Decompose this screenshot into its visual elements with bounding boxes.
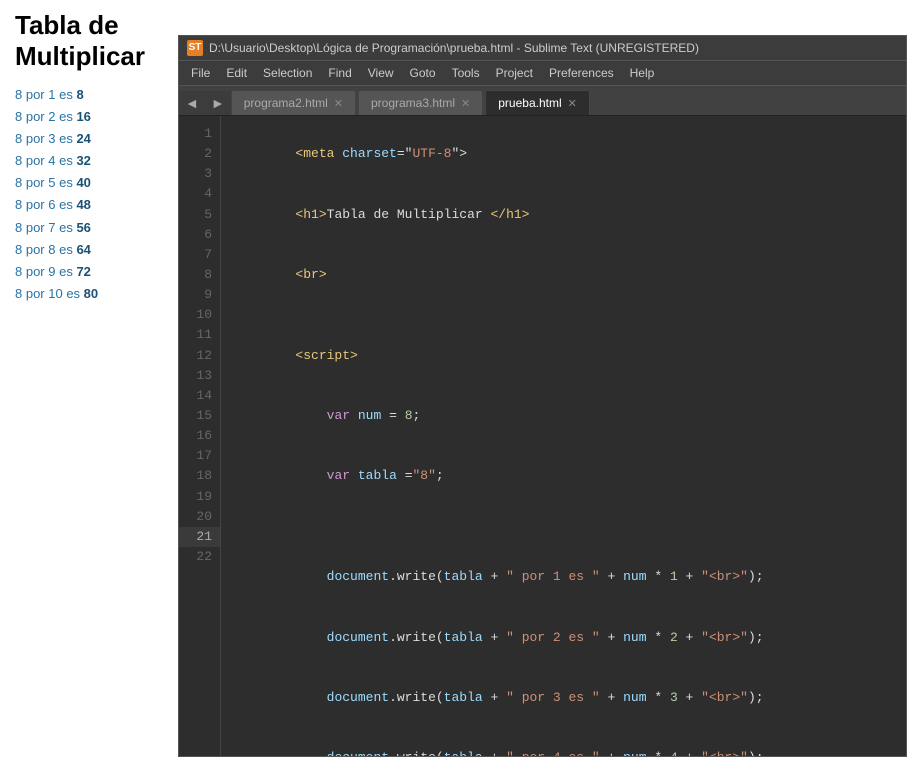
list-item: 8 por 8 es 64 — [15, 239, 160, 261]
tab-label: programa2.html — [244, 96, 328, 110]
multiplication-list: 8 por 1 es 8 8 por 2 es 16 8 por 3 es 24… — [15, 84, 160, 305]
title-bar-text: D:\Usuario\Desktop\Lógica de Programació… — [209, 41, 699, 55]
tab-close-prueba[interactable]: ✕ — [568, 97, 577, 110]
ln-13: 13 — [179, 366, 220, 386]
ln-15: 15 — [179, 406, 220, 426]
menu-project[interactable]: Project — [489, 64, 540, 82]
menu-goto[interactable]: Goto — [403, 64, 443, 82]
code-line-9 — [233, 527, 906, 547]
code-line-12: document.write(tabla + " por 3 es " + nu… — [233, 668, 906, 728]
title-bar: ST D:\Usuario\Desktop\Lógica de Programa… — [179, 36, 906, 61]
ln-5: 5 — [179, 205, 220, 225]
code-line-10: document.write(tabla + " por 1 es " + nu… — [233, 547, 906, 607]
list-item: 8 por 1 es 8 — [15, 84, 160, 106]
code-line-6: var num = 8; — [233, 386, 906, 446]
page-title: Tabla de Multiplicar — [15, 10, 160, 72]
list-item: 8 por 9 es 72 — [15, 261, 160, 283]
tab-programa3[interactable]: programa3.html ✕ — [358, 90, 483, 115]
list-item: 8 por 5 es 40 — [15, 172, 160, 194]
tab-label: prueba.html — [498, 96, 561, 110]
code-line-13: document.write(tabla + " por 4 es " + nu… — [233, 728, 906, 756]
menu-view[interactable]: View — [361, 64, 401, 82]
code-line-4 — [233, 305, 906, 325]
ln-22: 22 — [179, 547, 220, 567]
list-item: 8 por 6 es 48 — [15, 194, 160, 216]
editor-window: ST D:\Usuario\Desktop\Lógica de Programa… — [178, 35, 907, 757]
list-item: 8 por 3 es 24 — [15, 128, 160, 150]
code-content[interactable]: <meta charset="UTF-8"> <h1>Tabla de Mult… — [221, 116, 906, 756]
ln-10: 10 — [179, 305, 220, 325]
tab-prueba[interactable]: prueba.html ✕ — [485, 90, 590, 115]
tab-close-programa2[interactable]: ✕ — [334, 97, 343, 110]
tab-bar: ◄ ► programa2.html ✕ programa3.html ✕ pr… — [179, 86, 906, 116]
ln-12: 12 — [179, 346, 220, 366]
ln-8: 8 — [179, 265, 220, 285]
code-line-8 — [233, 507, 906, 527]
line-numbers: 1 2 3 4 5 6 7 8 9 10 11 12 13 14 15 16 1… — [179, 116, 221, 756]
ln-19: 19 — [179, 487, 220, 507]
tab-nav-left[interactable]: ◄ — [179, 91, 205, 115]
ln-4: 4 — [179, 184, 220, 204]
ln-2: 2 — [179, 144, 220, 164]
list-item: 8 por 10 es 80 — [15, 283, 160, 305]
ln-20: 20 — [179, 507, 220, 527]
code-line-5: <script> — [233, 325, 906, 385]
code-area: 1 2 3 4 5 6 7 8 9 10 11 12 13 14 15 16 1… — [179, 116, 906, 756]
code-line-11: document.write(tabla + " por 2 es " + nu… — [233, 607, 906, 667]
ln-6: 6 — [179, 225, 220, 245]
menu-edit[interactable]: Edit — [219, 64, 254, 82]
browser-output: Tabla de Multiplicar 8 por 1 es 8 8 por … — [0, 0, 175, 315]
ln-14: 14 — [179, 386, 220, 406]
ln-7: 7 — [179, 245, 220, 265]
ln-21: 21 — [179, 527, 220, 547]
code-line-7: var tabla ="8"; — [233, 446, 906, 506]
menu-tools[interactable]: Tools — [445, 64, 487, 82]
ln-16: 16 — [179, 426, 220, 446]
tab-programa2[interactable]: programa2.html ✕ — [231, 90, 356, 115]
sublime-icon: ST — [187, 40, 203, 56]
menu-bar: File Edit Selection Find View Goto Tools… — [179, 61, 906, 86]
list-item: 8 por 7 es 56 — [15, 217, 160, 239]
ln-9: 9 — [179, 285, 220, 305]
tab-label: programa3.html — [371, 96, 455, 110]
tab-close-programa3[interactable]: ✕ — [461, 97, 470, 110]
tab-nav-right[interactable]: ► — [205, 91, 231, 115]
code-line-1: <meta charset="UTF-8"> — [233, 124, 906, 184]
code-line-3: <br> — [233, 245, 906, 305]
ln-11: 11 — [179, 325, 220, 345]
code-line-2: <h1>Tabla de Multiplicar </h1> — [233, 184, 906, 244]
menu-preferences[interactable]: Preferences — [542, 64, 621, 82]
list-item: 8 por 2 es 16 — [15, 106, 160, 128]
ln-3: 3 — [179, 164, 220, 184]
menu-file[interactable]: File — [184, 64, 217, 82]
list-item: 8 por 4 es 32 — [15, 150, 160, 172]
menu-help[interactable]: Help — [623, 64, 662, 82]
menu-selection[interactable]: Selection — [256, 64, 319, 82]
ln-17: 17 — [179, 446, 220, 466]
ln-1: 1 — [179, 124, 220, 144]
menu-find[interactable]: Find — [321, 64, 358, 82]
ln-18: 18 — [179, 466, 220, 486]
